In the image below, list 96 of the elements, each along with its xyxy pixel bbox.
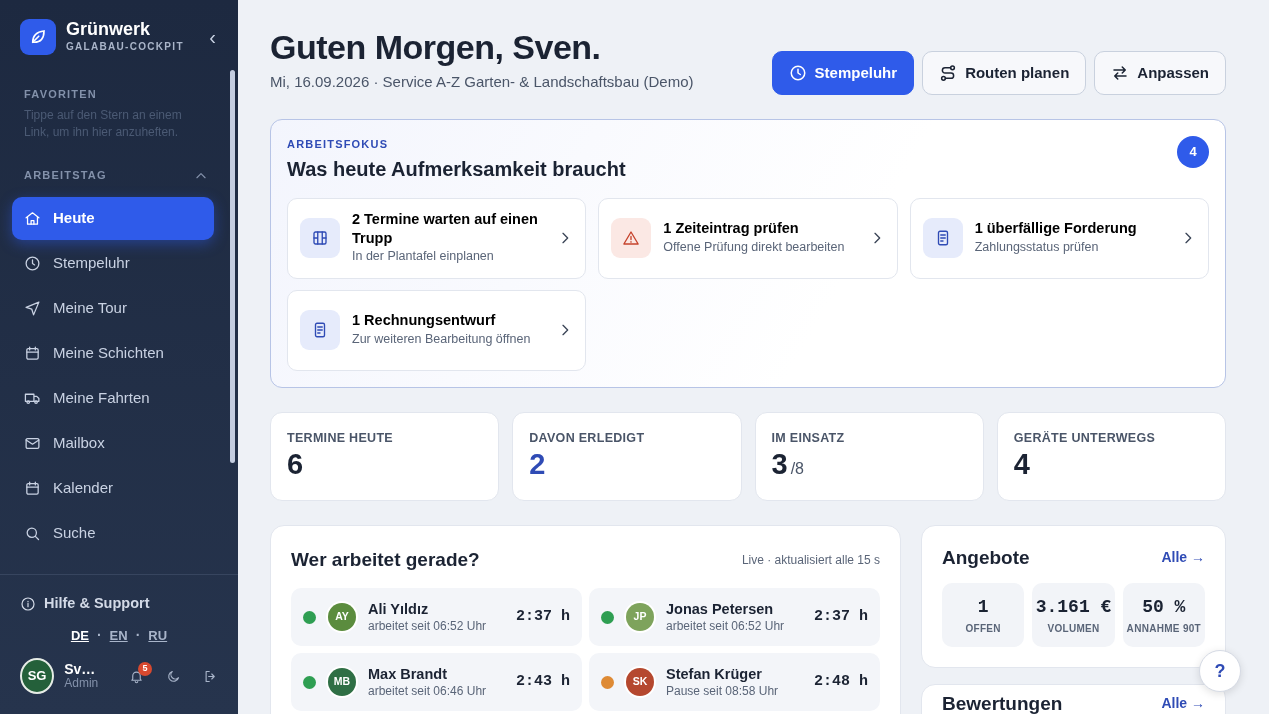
- brand-subtitle: GALABAU-COCKPIT: [66, 40, 185, 55]
- help-link[interactable]: Hilfe & Support: [20, 593, 150, 615]
- header-button[interactable]: Anpassen: [1094, 51, 1226, 95]
- worker-name: Ali Yıldız: [368, 601, 430, 619]
- count-badge: 4: [1177, 136, 1209, 168]
- work-time: 2:43 h: [516, 671, 570, 692]
- user-name: Sv…: [64, 661, 97, 678]
- stat-value: 3: [771, 447, 788, 483]
- worker-name: Max Brandt: [368, 666, 448, 684]
- separator-dot: ·: [135, 626, 141, 645]
- user-role: Admin: [64, 677, 100, 691]
- info-icon: [20, 596, 36, 613]
- theme-button[interactable]: [166, 668, 181, 684]
- stat-label: DAVON ERLEDIGT: [529, 429, 646, 447]
- nav-item[interactable]: Suche: [12, 511, 214, 555]
- page-title: Guten Morgen, Sven.: [270, 28, 602, 68]
- section-heading: FAVORITEN: [24, 87, 98, 102]
- calendar-icon: [24, 479, 41, 497]
- worker-avatar: AY: [328, 603, 356, 631]
- work-time: 2:48 h: [814, 671, 868, 692]
- stat-label: GERÄTE UNTERWEGS: [1013, 429, 1157, 447]
- house-icon: [24, 209, 41, 227]
- worker-avatar: MB: [328, 668, 356, 696]
- bell-icon: [129, 668, 144, 684]
- worker-status: Pause seit 08:58 Uhr: [666, 683, 780, 698]
- nav-item[interactable]: Meine Schichten: [12, 331, 214, 375]
- stat-value: 6: [287, 447, 304, 483]
- nav-item[interactable]: Meine Fahrten: [12, 376, 214, 420]
- language-link[interactable]: EN: [109, 625, 128, 646]
- separator-dot: ·: [96, 626, 102, 645]
- metric-label: OFFEN: [965, 622, 1001, 636]
- all-link[interactable]: Alle →: [1161, 693, 1205, 714]
- worker-avatar: SK: [626, 668, 654, 696]
- grid-icon: [311, 229, 329, 247]
- stat-label: IM EINSATZ: [771, 429, 846, 447]
- worker-row[interactable]: MB Max Brandt arbeitet seit 06:46 Uhr 2:43 h: [291, 653, 582, 711]
- focus-tile[interactable]: 2 Termine warten auf einen Trupp In der Plantafel einplanen: [287, 197, 587, 279]
- header-button[interactable]: Stempeluhr: [771, 51, 915, 95]
- nav-item[interactable]: Stempeluhr: [12, 241, 214, 285]
- warning-icon: [622, 229, 641, 247]
- clock-icon: [788, 64, 807, 82]
- section-heading: ARBEITSTAG: [24, 168, 107, 184]
- metric-label: ANNAHME 90T: [1126, 622, 1202, 636]
- metric-value: 3.161 €: [1035, 596, 1112, 619]
- user-avatar[interactable]: SG: [20, 658, 55, 694]
- notifications-button[interactable]: [129, 668, 144, 684]
- arrows-icon: [1111, 64, 1130, 82]
- stat-value: 2: [529, 447, 546, 483]
- worker-row[interactable]: AY Ali Yıldız arbeitet seit 06:52 Uhr 2:37 h: [291, 588, 582, 646]
- focus-tile[interactable]: 1 Zeiteintrag prüfen Offene Prüfung direkt bearbeiten: [598, 197, 898, 279]
- notification-count: 5: [138, 661, 152, 676]
- moon-icon: [166, 668, 181, 684]
- brand-name: Grünwerk: [66, 19, 152, 40]
- paper-plane-icon: [24, 299, 41, 317]
- all-link[interactable]: Alle →: [1161, 547, 1205, 569]
- stat-total: /8: [790, 459, 804, 480]
- worker-avatar: JP: [626, 603, 654, 631]
- panel-eyebrow: ARBEITSFOKUS: [287, 137, 390, 152]
- worker-name: Jonas Petersen: [666, 601, 775, 619]
- worker-name: Stefan Krüger: [666, 666, 763, 684]
- logout-icon: [203, 668, 218, 684]
- work-time: 2:37 h: [516, 606, 570, 627]
- focus-tile[interactable]: 1 überfällige Forderung Zahlungsstatus prüfen: [909, 197, 1209, 279]
- card-title: Angebote: [942, 545, 1030, 570]
- nav-item[interactable]: Heute: [12, 196, 214, 240]
- scrollbar[interactable]: [230, 70, 235, 463]
- card-title: Wer arbeitet gerade?: [291, 547, 480, 572]
- nav-item[interactable]: Kalender: [12, 466, 214, 510]
- logout-button[interactable]: [203, 668, 218, 684]
- card-title: Bewertungen: [942, 692, 1063, 714]
- worker-row[interactable]: JP Jonas Petersen arbeitet seit 06:52 Uhr 2:37 h: [589, 588, 880, 646]
- stat-value: 4: [1013, 447, 1030, 483]
- calendar-icon: [24, 344, 41, 362]
- help-button[interactable]: ?: [1199, 650, 1241, 692]
- nav-item[interactable]: Meine Tour: [12, 286, 214, 330]
- nav-item[interactable]: Mailbox: [12, 421, 214, 465]
- metric-value: 1: [977, 596, 989, 619]
- header-button[interactable]: Routen planen: [922, 51, 1087, 95]
- focus-tile[interactable]: 1 Rechnungsentwurf Zur weiteren Bearbeitung öffnen: [287, 289, 587, 371]
- page-subtitle: Mi, 16.09.2026 · Service A-Z Garten- & Landschaftsbau (Demo): [270, 72, 694, 93]
- worker-status: arbeitet seit 06:52 Uhr: [666, 618, 786, 633]
- leaf-logo: [20, 19, 56, 55]
- route-icon: [939, 64, 958, 82]
- language-link[interactable]: RU: [148, 625, 168, 646]
- metric-value: 50 %: [1142, 596, 1186, 619]
- clock-icon: [24, 254, 41, 272]
- metric-label: VOLUMEN: [1047, 622, 1100, 636]
- worker-status: arbeitet seit 06:52 Uhr: [368, 618, 488, 633]
- collapse-button[interactable]: ‹: [207, 27, 218, 47]
- worker-status: arbeitet seit 06:46 Uhr: [368, 683, 488, 698]
- work-time: 2:37 h: [814, 606, 868, 627]
- worker-row[interactable]: SK Stefan Krüger Pause seit 08:58 Uhr 2:48 h: [589, 653, 880, 711]
- stat-label: TERMINE HEUTE: [287, 429, 394, 447]
- language-link[interactable]: DE: [70, 625, 89, 646]
- panel-title: Was heute Aufmerksamkeit braucht: [287, 156, 626, 182]
- live-note: Live · aktualisiert alle 15 s: [741, 551, 880, 569]
